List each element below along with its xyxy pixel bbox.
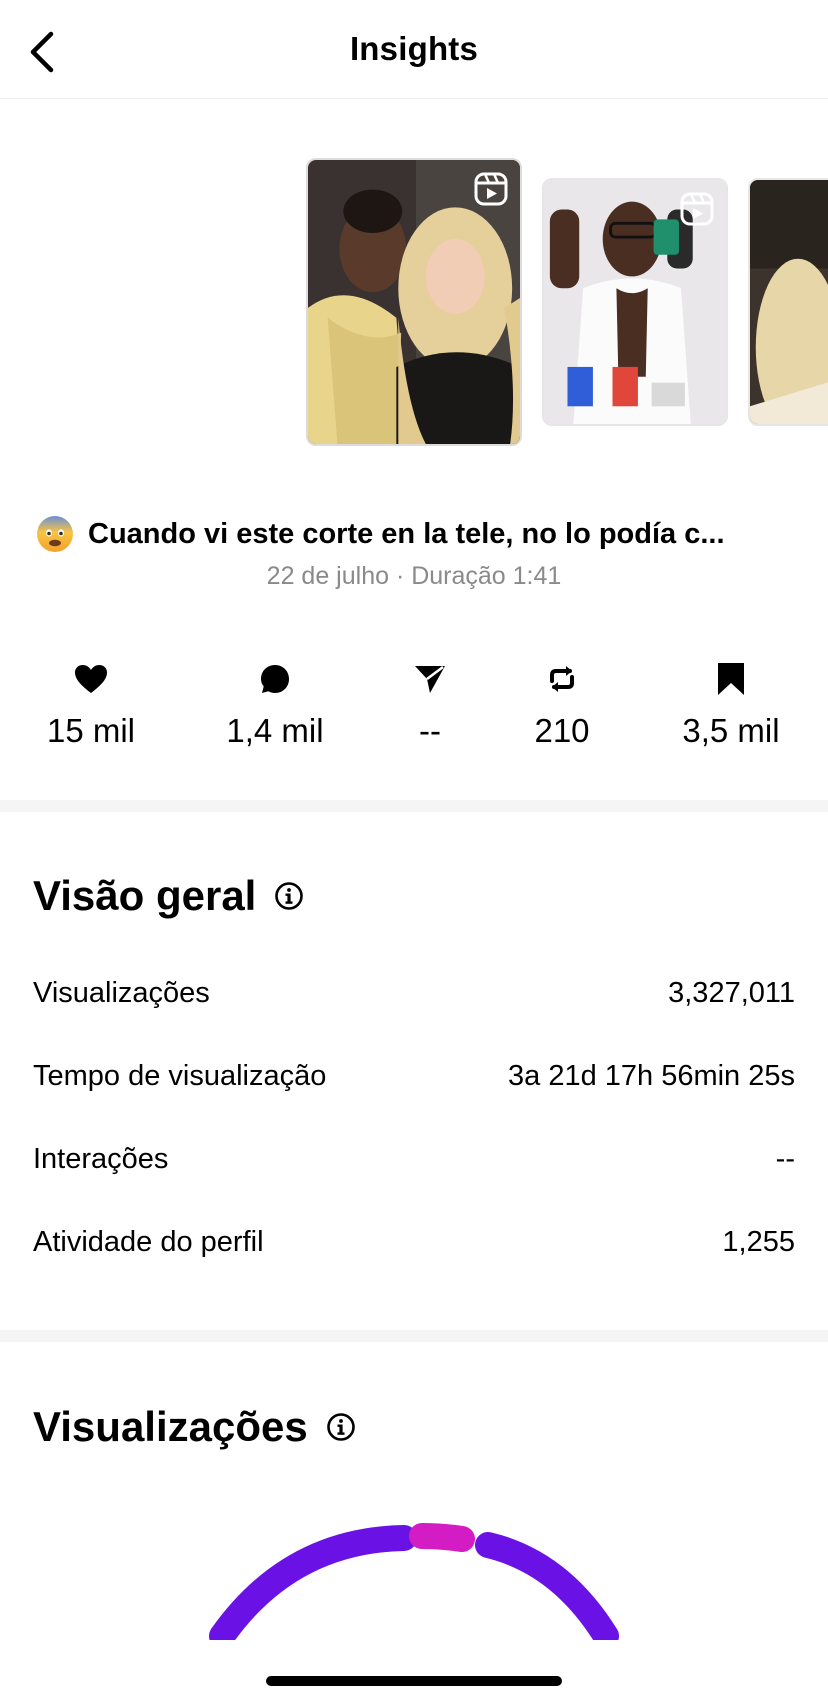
heart-icon [75, 665, 107, 693]
reel-thumbnail-image [750, 180, 828, 424]
overview-row-views[interactable]: Visualizações 3,327,011 [33, 977, 795, 1010]
row-value: 1,255 [722, 1226, 795, 1258]
overview-row-watch-time[interactable]: Tempo de visualização 3a 21d 17h 56min 2… [33, 1060, 795, 1093]
info-icon[interactable] [326, 1412, 356, 1442]
shares-count: -- [419, 712, 441, 749]
gauge-segment-accent [409, 1523, 475, 1552]
reels-icon [474, 172, 508, 206]
comments-stat: 1,4 mil [200, 660, 350, 750]
comments-count: 1,4 mil [226, 712, 324, 749]
row-label: Interações [33, 1143, 169, 1175]
home-indicator[interactable] [266, 1676, 562, 1686]
reels-icon [680, 192, 714, 226]
fearful-face-emoji [37, 516, 73, 552]
post-date-duration: 22 de julho · Duração 1:41 [266, 562, 562, 590]
info-icon[interactable] [274, 881, 304, 911]
bookmark-icon [718, 663, 744, 695]
section-divider [0, 800, 828, 812]
overview-row-interactions[interactable]: Interações -- [33, 1143, 795, 1176]
overview-title-text: Visão geral [33, 872, 257, 919]
overview-title: Visão geral [33, 872, 304, 920]
likes-count: 15 mil [46, 712, 136, 749]
caption-text: Cuando vi este corte en la tele, no lo p… [88, 517, 725, 550]
saves-count: 3,5 mil [682, 712, 780, 749]
views-title-text: Visualizações [33, 1403, 308, 1450]
reposts-stat: 210 [487, 660, 637, 750]
row-value: -- [775, 1143, 795, 1175]
likes-stat: 15 mil [16, 660, 166, 750]
reposts-count: 210 [534, 712, 590, 749]
row-value: 3,327,011 [668, 977, 795, 1009]
overview-row-profile-activity[interactable]: Atividade do perfil 1,255 [33, 1226, 795, 1259]
row-label: Visualizações [33, 977, 210, 1009]
repost-icon [550, 666, 574, 692]
row-value: 3a 21d 17h 56min 25s [508, 1060, 795, 1092]
top-bar: Insights [0, 0, 828, 99]
comment-icon [261, 665, 289, 693]
post-caption: Cuando vi este corte en la tele, no lo p… [36, 515, 796, 553]
share-icon [415, 665, 445, 693]
saves-stat: 3,5 mil [656, 660, 806, 750]
reel-thumbnail-1[interactable] [306, 158, 522, 446]
row-label: Atividade do perfil [33, 1226, 264, 1258]
row-label: Tempo de visualização [33, 1060, 327, 1092]
gauge-segment-primary-right [475, 1532, 619, 1640]
gauge-segment-primary-left [209, 1525, 417, 1640]
page-title: Insights [349, 30, 479, 67]
reel-thumbnail-2[interactable] [542, 178, 728, 426]
section-divider [0, 1330, 828, 1342]
reel-thumbnail-3[interactable] [748, 178, 828, 426]
shares-stat: -- [355, 660, 505, 750]
views-gauge-chart [209, 1523, 619, 1640]
views-title: Visualizações [33, 1403, 356, 1451]
